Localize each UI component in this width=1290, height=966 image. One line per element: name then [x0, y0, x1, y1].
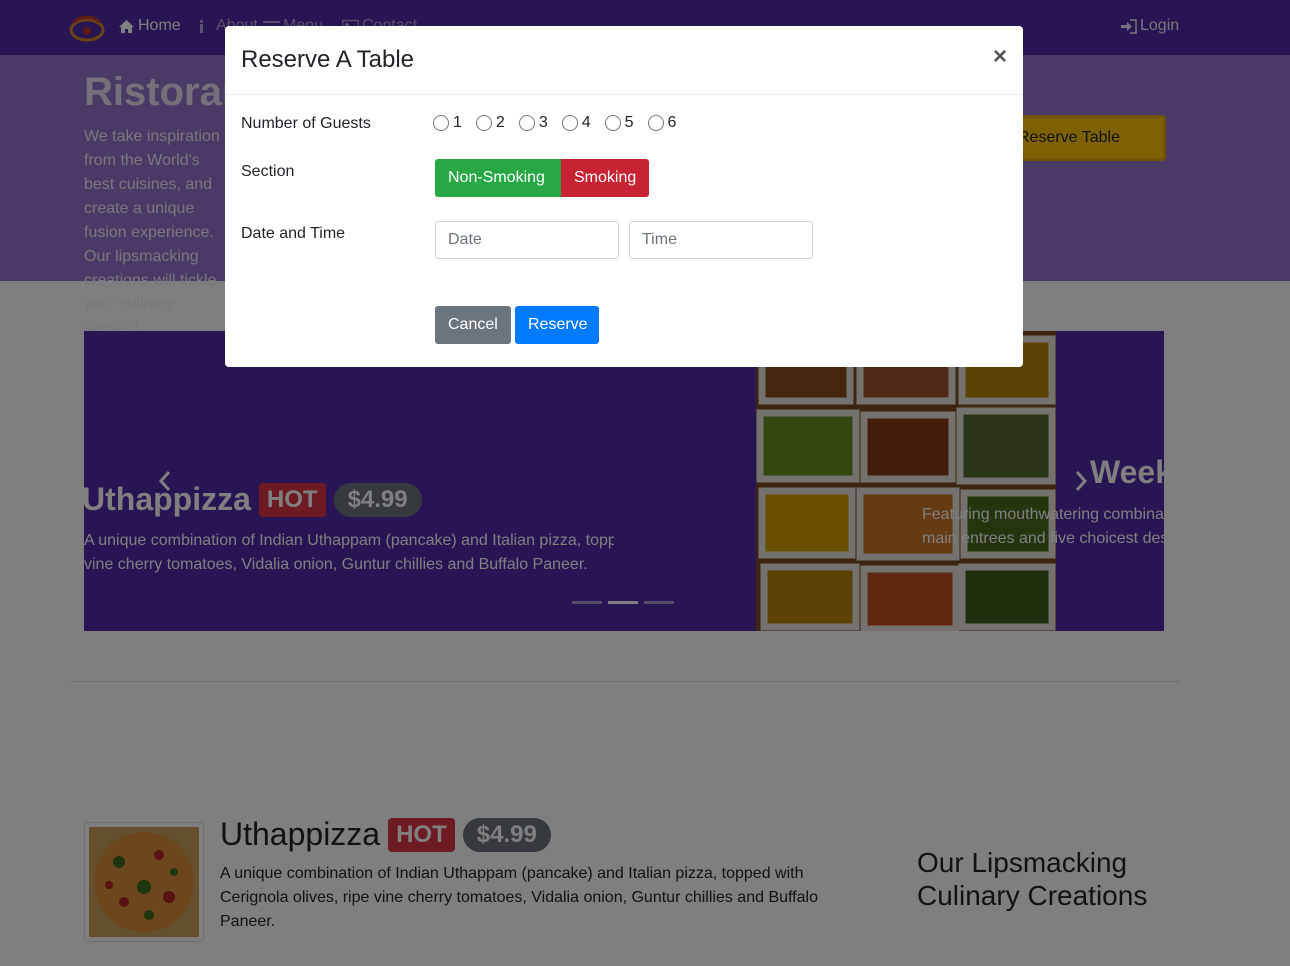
guest-radio-3[interactable]: 3 — [518, 114, 548, 132]
section-label: Section — [241, 163, 295, 180]
guest-radio-4[interactable]: 4 — [561, 114, 591, 132]
guest-radio-label: 4 — [581, 114, 591, 131]
modal-header: Reserve A Table × — [225, 26, 1023, 95]
guest-radio-6[interactable]: 6 — [647, 114, 677, 132]
guest-radio-2[interactable]: 2 — [475, 114, 505, 132]
guest-radio-5[interactable]: 5 — [604, 114, 634, 132]
guest-radio-label: 6 — [667, 114, 677, 131]
guest-radio-label: 5 — [624, 114, 634, 131]
close-icon[interactable]: × — [993, 43, 1007, 71]
guest-radio-label: 3 — [538, 114, 548, 131]
section-toggle-group: Non-Smoking Smoking — [435, 159, 649, 197]
smoking-button[interactable]: Smoking — [561, 159, 649, 197]
time-input[interactable] — [629, 221, 813, 259]
guests-radio-group: 1 2 3 4 5 6 — [433, 114, 676, 132]
guests-label: Number of Guests — [241, 115, 371, 132]
guest-radio-1[interactable]: 1 — [433, 114, 462, 132]
radio-button[interactable] — [518, 115, 535, 131]
radio-button[interactable] — [647, 115, 664, 131]
guest-radio-label: 1 — [453, 114, 462, 131]
reserve-button[interactable]: Reserve — [515, 306, 599, 344]
date-input[interactable] — [435, 221, 619, 259]
modal-title: Reserve A Table — [241, 46, 415, 73]
radio-button[interactable] — [475, 115, 492, 131]
reserve-table-modal: Reserve A Table × Number of Guests 1 2 3… — [225, 26, 1023, 367]
datetime-label: Date and Time — [241, 225, 346, 242]
guest-radio-label: 2 — [495, 114, 505, 131]
cancel-button[interactable]: Cancel — [435, 306, 511, 344]
radio-button[interactable] — [604, 115, 621, 131]
radio-button[interactable] — [433, 115, 449, 131]
radio-button[interactable] — [561, 115, 578, 131]
non-smoking-button[interactable]: Non-Smoking — [435, 159, 561, 197]
